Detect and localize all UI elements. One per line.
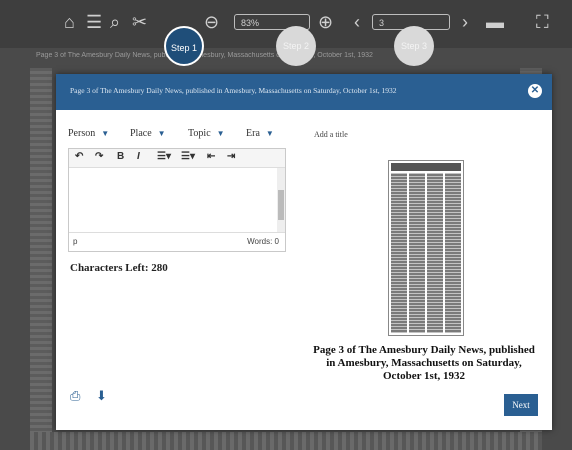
home-icon[interactable]: ⌂ — [64, 12, 75, 32]
characters-left: Characters Left: 280 — [70, 262, 168, 274]
download-icon[interactable]: ⬇ — [96, 388, 110, 403]
zoom-out-icon[interactable]: ⊖ — [204, 12, 219, 32]
step-3-indicator: Step 3 — [394, 26, 434, 66]
editor-toolbar: ↶ ↷ B I ☰▾ ☰▾ ⇤ ⇥ — [69, 149, 285, 168]
title-input[interactable]: Add a title — [314, 130, 348, 139]
previous-page-icon[interactable]: ‹ — [354, 12, 360, 32]
modal-title: Page 3 of The Amesbury Daily News, publi… — [70, 86, 397, 95]
tag-person-dropdown[interactable]: Person ▼ — [68, 128, 109, 139]
zoom-in-icon[interactable]: ⊕ — [318, 12, 333, 32]
element-path: p — [73, 237, 78, 246]
indent-icon[interactable]: ⇥ — [227, 151, 235, 162]
search-icon[interactable]: ⌕ — [110, 12, 120, 32]
scrollbar-thumb[interactable] — [278, 190, 284, 220]
fullscreen-icon[interactable]: ⛶ — [536, 12, 549, 32]
word-count: Words: 0 — [247, 237, 279, 246]
next-page-icon[interactable]: › — [462, 12, 468, 32]
tag-place-dropdown[interactable]: Place ▼ — [130, 128, 166, 139]
step-1-indicator: Step 1 — [164, 26, 204, 66]
panel-icon[interactable]: ▬ — [486, 12, 504, 32]
chevron-down-icon: ▼ — [101, 129, 110, 138]
print-icon[interactable]: ⎙ — [70, 388, 84, 403]
description-editor: ↶ ↷ B I ☰▾ ☰▾ ⇤ ⇥ p Words: 0 — [68, 148, 286, 252]
tag-place-label: Place — [130, 128, 152, 139]
bold-icon[interactable]: B — [117, 151, 124, 162]
next-button[interactable]: Next — [504, 394, 538, 416]
tag-era-dropdown[interactable]: Era ▼ — [246, 128, 274, 139]
tag-topic-dropdown[interactable]: Topic ▼ — [188, 128, 225, 139]
redo-icon[interactable]: ↷ — [95, 151, 103, 162]
step-2-indicator: Step 2 — [276, 26, 316, 66]
chevron-down-icon: ▼ — [216, 129, 225, 138]
thumbnail-masthead — [391, 163, 461, 171]
editor-statusbar: p Words: 0 — [69, 232, 285, 251]
tag-era-label: Era — [246, 128, 260, 139]
numbered-list-icon[interactable]: ☰▾ — [181, 151, 195, 162]
italic-icon[interactable]: I — [137, 151, 140, 162]
editor-text-area[interactable] — [69, 168, 275, 230]
close-button[interactable]: ✕ — [528, 84, 542, 98]
clip-icon[interactable]: ✂ — [132, 12, 147, 32]
newspaper-edge-left — [30, 68, 52, 440]
thumbnail-caption: Page 3 of The Amesbury Daily News, publi… — [313, 344, 535, 382]
modal-header: Page 3 of The Amesbury Daily News, publi… — [56, 74, 552, 110]
outdent-icon[interactable]: ⇤ — [207, 151, 215, 162]
undo-icon[interactable]: ↶ — [75, 151, 83, 162]
chevron-down-icon: ▼ — [157, 129, 166, 138]
tag-person-label: Person — [68, 128, 96, 139]
list-icon[interactable]: ☰ — [86, 12, 102, 32]
editor-scrollbar[interactable] — [277, 168, 285, 232]
tag-topic-label: Topic — [188, 128, 211, 139]
clip-modal: Page 3 of The Amesbury Daily News, publi… — [56, 74, 552, 430]
clipping-thumbnail — [388, 160, 464, 336]
thumbnail-columns — [391, 173, 461, 333]
bullet-list-icon[interactable]: ☰▾ — [157, 151, 171, 162]
chevron-down-icon: ▼ — [265, 129, 274, 138]
newspaper-bottom — [30, 432, 542, 450]
